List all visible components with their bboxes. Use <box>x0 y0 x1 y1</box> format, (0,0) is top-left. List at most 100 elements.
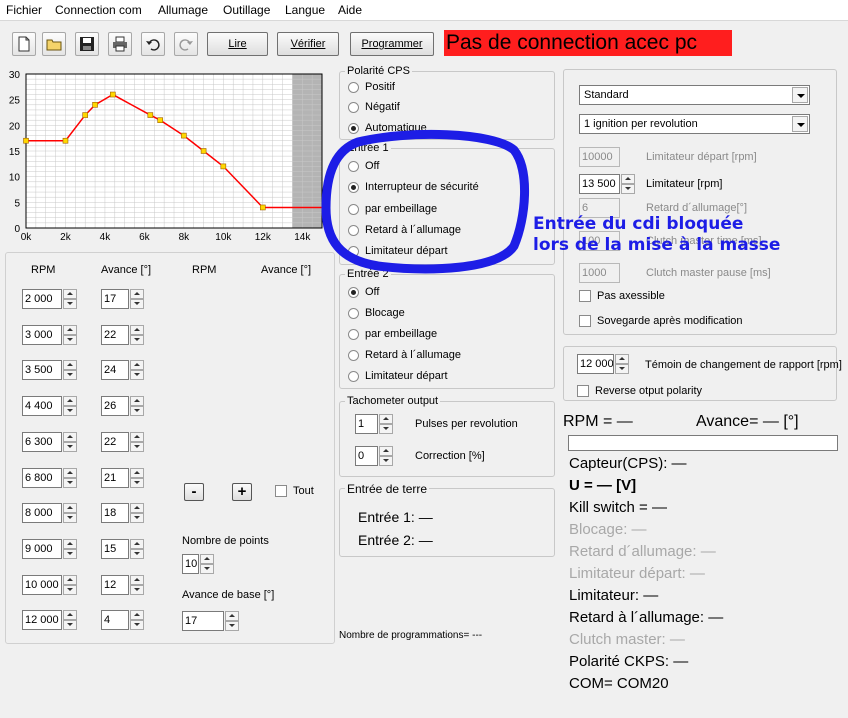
rpm-spin[interactable] <box>63 538 77 559</box>
undo-button[interactable] <box>141 32 165 56</box>
rpm-stepper[interactable]: 10 000 <box>22 574 77 595</box>
save-button[interactable] <box>75 32 99 56</box>
avance-stepper[interactable]: 4 <box>101 610 144 631</box>
avance-stepper[interactable]: 22 <box>101 431 144 452</box>
rpm-spin[interactable] <box>63 610 77 631</box>
pas-axessible-box[interactable] <box>579 290 591 302</box>
rapport-stepper[interactable]: 12 000 <box>577 354 629 374</box>
avance-spin[interactable] <box>130 289 144 309</box>
rpm-stepper[interactable]: 4 400 <box>22 396 77 417</box>
limitateur-spin[interactable] <box>621 174 635 194</box>
rpm-field[interactable]: 9 000 <box>22 538 62 559</box>
rpm-field[interactable]: 3 500 <box>22 360 62 381</box>
rpm-field[interactable]: 2 000 <box>22 289 62 309</box>
rpm-field[interactable]: 3 000 <box>22 324 62 345</box>
rpm-spin[interactable] <box>63 324 77 345</box>
rpm-spin[interactable] <box>63 289 77 309</box>
remove-point-button[interactable]: - <box>184 483 204 501</box>
reverse-polarity-checkbox[interactable]: Reverse otput polarity <box>577 385 702 397</box>
menu-outillage[interactable]: Outillage <box>223 3 270 17</box>
avance-stepper[interactable]: 22 <box>101 324 144 345</box>
ignition-curve-chart[interactable]: 0k 2k 4k 6k 8k 10k 12k 14k 0 5 10 15 20 25 30 <box>0 66 336 246</box>
limitateur-stepper[interactable]: 13 500 <box>579 174 635 194</box>
entree2-option[interactable]: Limitateur départ <box>348 369 448 383</box>
rpm-field[interactable]: 4 400 <box>22 396 62 417</box>
avance-spin[interactable] <box>130 324 144 345</box>
rpm-stepper[interactable]: 6 800 <box>22 467 77 488</box>
entree2-option[interactable]: Blocage <box>348 306 405 320</box>
entree2-option[interactable]: par embeillage <box>348 327 437 341</box>
radio-button[interactable] <box>348 286 359 298</box>
polarite-option[interactable]: Négatif <box>348 100 400 114</box>
avance-stepper[interactable]: 24 <box>101 360 144 381</box>
rapport-spin[interactable] <box>615 354 629 374</box>
pulses-spin[interactable] <box>379 414 393 434</box>
nb-points-field[interactable]: 10 <box>182 554 199 574</box>
avance-spin[interactable] <box>130 360 144 381</box>
nb-points-spin[interactable] <box>200 554 214 574</box>
radio-button[interactable] <box>348 307 359 319</box>
print-button[interactable] <box>108 32 132 56</box>
avance-field[interactable]: 22 <box>101 431 129 452</box>
tout-checkbox-box[interactable] <box>275 485 287 497</box>
avance-spin[interactable] <box>130 538 144 559</box>
rpm-field[interactable]: 6 800 <box>22 467 62 488</box>
rpm-field[interactable]: 6 300 <box>22 431 62 452</box>
add-point-button[interactable]: + <box>232 483 252 501</box>
avance-field[interactable]: 12 <box>101 574 129 595</box>
avance-field[interactable]: 4 <box>101 610 129 631</box>
rpm-stepper[interactable]: 2 000 <box>22 289 77 309</box>
avance-base-field[interactable]: 17 <box>182 611 224 631</box>
rpm-field[interactable]: 12 000 <box>22 610 62 631</box>
radio-button[interactable] <box>348 101 359 113</box>
avance-spin[interactable] <box>130 503 144 524</box>
rpm-spin[interactable] <box>63 360 77 381</box>
avance-spin[interactable] <box>130 396 144 417</box>
avance-field[interactable]: 22 <box>101 324 129 345</box>
sovegarde-box[interactable] <box>579 315 591 327</box>
entree2-option[interactable]: Retard à l´allumage <box>348 348 461 362</box>
menu-aide[interactable]: Aide <box>338 3 362 17</box>
rpm-spin[interactable] <box>63 396 77 417</box>
polarite-option[interactable]: Positif <box>348 80 395 94</box>
avance-stepper[interactable]: 12 <box>101 574 144 595</box>
new-file-button[interactable] <box>12 32 36 56</box>
avance-base-spin[interactable] <box>225 611 239 631</box>
menu-fichier[interactable]: Fichier <box>6 3 42 17</box>
entree2-option[interactable]: Off <box>348 285 379 299</box>
rpm-spin[interactable] <box>63 467 77 488</box>
rpm-stepper[interactable]: 9 000 <box>22 538 77 559</box>
correction-stepper[interactable]: 0 <box>355 446 393 466</box>
avance-stepper[interactable]: 26 <box>101 396 144 417</box>
correction-field[interactable]: 0 <box>355 446 378 466</box>
rpm-spin[interactable] <box>63 574 77 595</box>
avance-stepper[interactable]: 21 <box>101 467 144 488</box>
limitateur-field[interactable]: 13 500 <box>579 174 620 194</box>
rapport-field[interactable]: 12 000 <box>577 354 614 374</box>
mode-dropdown[interactable]: Standard <box>579 85 810 105</box>
avance-stepper[interactable]: 18 <box>101 503 144 524</box>
avance-stepper[interactable]: 15 <box>101 538 144 559</box>
pulses-stepper[interactable]: 1 <box>355 414 393 434</box>
chevron-down-icon[interactable] <box>792 116 808 132</box>
radio-button[interactable] <box>348 328 359 340</box>
verifier-button[interactable]: Vérifier <box>277 32 339 56</box>
rpm-stepper[interactable]: 12 000 <box>22 610 77 631</box>
ignition-dropdown[interactable]: 1 ignition per revolution <box>579 114 810 134</box>
open-folder-button[interactable] <box>42 32 66 56</box>
avance-field[interactable]: 24 <box>101 360 129 381</box>
avance-base-stepper[interactable]: 17 <box>182 611 239 631</box>
rpm-stepper[interactable]: 3 500 <box>22 360 77 381</box>
redo-button[interactable] <box>174 32 198 56</box>
rpm-spin[interactable] <box>63 503 77 524</box>
avance-spin[interactable] <box>130 574 144 595</box>
avance-field[interactable]: 21 <box>101 467 129 488</box>
avance-field[interactable]: 26 <box>101 396 129 417</box>
radio-button[interactable] <box>348 81 359 93</box>
rpm-stepper[interactable]: 3 000 <box>22 324 77 345</box>
pulses-field[interactable]: 1 <box>355 414 378 434</box>
lire-button[interactable]: Lire <box>207 32 268 56</box>
menu-langue[interactable]: Langue <box>285 3 325 17</box>
nb-points-stepper[interactable]: 10 <box>182 554 214 574</box>
rpm-spin[interactable] <box>63 431 77 452</box>
